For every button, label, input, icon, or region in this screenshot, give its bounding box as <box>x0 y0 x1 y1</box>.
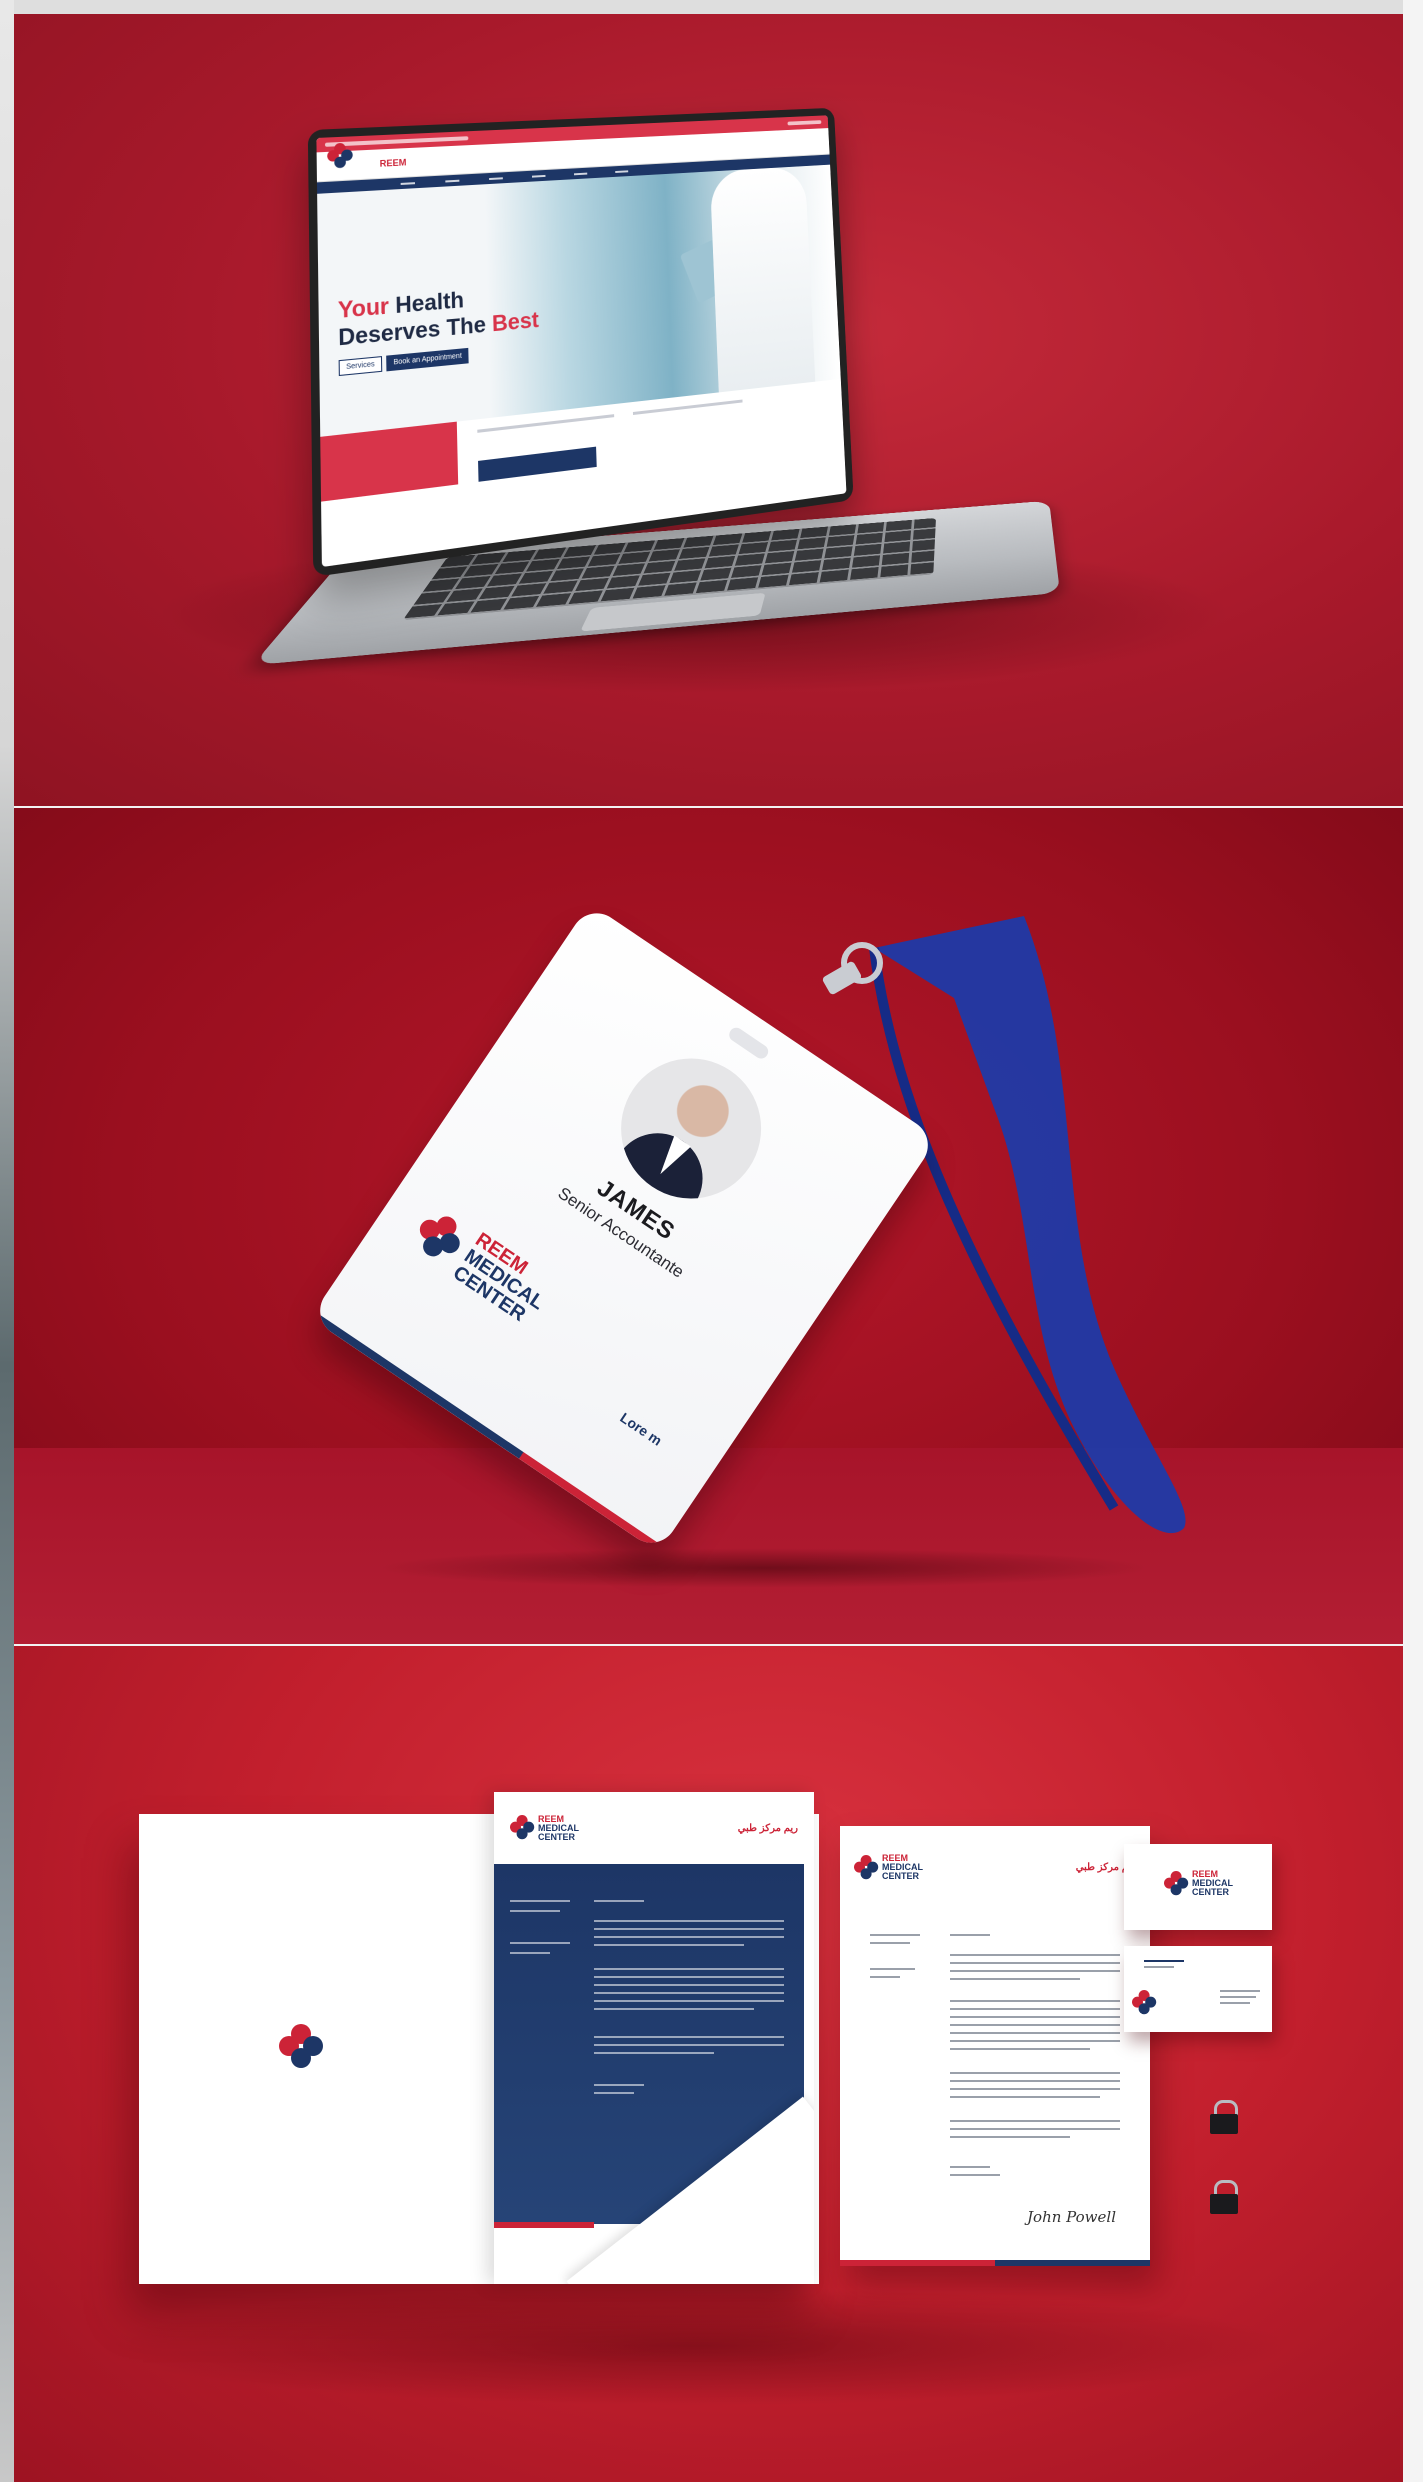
badge-slot <box>726 1025 771 1062</box>
website-preview: REEM Your Health Deserves The Best Servi… <box>316 115 847 568</box>
badge-logo: REEM MEDICAL CENTER <box>405 1199 559 1330</box>
reem-logo-icon <box>854 1854 879 1879</box>
stationery-shadow <box>94 2286 1294 2406</box>
handwritten-signature: John Powell <box>1027 2208 1116 2226</box>
badge-signature: Lore m <box>617 1409 666 1449</box>
letter-logo: REEM MEDICAL CENTER <box>510 1814 579 1842</box>
letterhead-page: REEM MEDICAL CENTER ريم مركز طبي John Po… <box>840 1826 1150 2266</box>
doctor-image <box>709 166 816 393</box>
reem-logo-icon <box>327 142 353 169</box>
outer-frame-left <box>0 0 14 2482</box>
arabic-name: ريم مركز طبي <box>737 1822 798 1834</box>
laptop-mockup-panel: REEM Your Health Deserves The Best Servi… <box>14 14 1403 806</box>
binder-clip <box>1206 2100 1242 2134</box>
folder-logo <box>279 2024 323 2068</box>
reem-logo-icon <box>409 1206 470 1267</box>
book-appointment-button[interactable]: Book an Appointment <box>386 347 470 372</box>
id-badge-mockup-panel: JAMES Senior Accountante REEM MEDICAL CE… <box>14 808 1403 1644</box>
reem-logo-icon <box>279 2024 323 2068</box>
business-card-logo: REEM MEDICAL CENTER <box>1164 1870 1233 1897</box>
reem-logo-icon <box>510 1815 535 1840</box>
binder-clip <box>1206 2180 1242 2214</box>
business-card-logo <box>1132 1990 1158 2016</box>
reem-logo-icon <box>1164 1870 1189 1895</box>
hero-heading: Your Health Deserves The Best <box>337 286 540 351</box>
letterhead-footer-stripe <box>840 2260 1150 2266</box>
laptop-screen: REEM Your Health Deserves The Best Servi… <box>307 107 854 578</box>
services-button[interactable]: Services <box>338 356 383 377</box>
letterhead-logo: REEM MEDICAL CENTER <box>854 1854 923 1881</box>
outer-frame-right <box>1403 0 1423 2482</box>
folder-insert-letter: REEM MEDICAL CENTER ريم مركز طبي <box>494 1792 814 2284</box>
website-logo-text: REEM <box>379 157 407 169</box>
outer-frame-top <box>0 0 1423 14</box>
reem-logo-icon <box>1132 1990 1157 2015</box>
stationery-mockup-panel: REEM MEDICAL CENTER ريم مركز طبي REEM ME… <box>14 1646 1403 2482</box>
business-card-back <box>1124 1946 1272 2032</box>
red-accent-line <box>494 2222 594 2228</box>
business-card-front: REEM MEDICAL CENTER <box>1124 1844 1272 1930</box>
